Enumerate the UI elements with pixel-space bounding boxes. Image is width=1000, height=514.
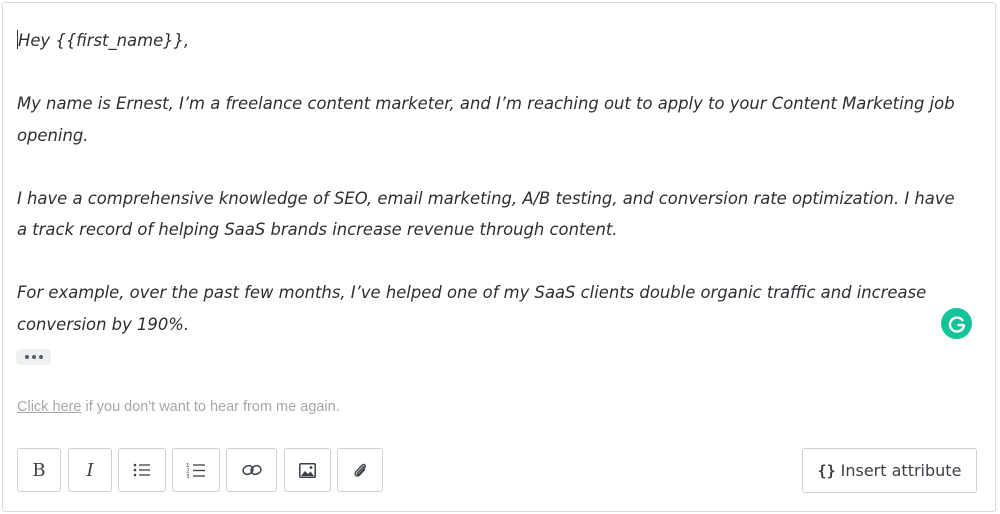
svg-text:3: 3 xyxy=(186,474,190,478)
dot xyxy=(24,355,29,359)
paragraph-intro: My name is Ernest, I’m a freelance conte… xyxy=(17,94,955,145)
link-button[interactable] xyxy=(226,448,277,492)
numbered-list-button[interactable]: 1 2 3 xyxy=(172,448,220,492)
insert-attribute-button[interactable]: {} Insert attribute xyxy=(802,448,977,493)
paragraph-example: For example, over the past few months, I… xyxy=(17,283,927,334)
unsubscribe-text: if you don't want to hear from me again. xyxy=(81,399,340,415)
dot xyxy=(31,355,36,359)
attachment-button[interactable] xyxy=(337,448,383,492)
greeting-text: Hey {{first_name}}, xyxy=(18,31,190,50)
link-icon xyxy=(241,464,262,476)
image-button[interactable] xyxy=(284,448,331,492)
dot xyxy=(38,355,43,359)
bold-icon: B xyxy=(32,459,46,481)
grammarly-icon[interactable] xyxy=(941,308,972,339)
braces-icon: {} xyxy=(817,461,836,480)
unsubscribe-link[interactable]: Click here xyxy=(17,399,81,415)
bold-button[interactable]: B xyxy=(17,448,61,492)
image-icon xyxy=(299,462,316,478)
bulleted-list-button[interactable] xyxy=(118,448,166,492)
paperclip-icon xyxy=(354,463,366,477)
greeting-line: Hey {{first_name}}, xyxy=(17,25,967,57)
unsubscribe-line: Click here if you don't want to hear fro… xyxy=(17,399,340,415)
email-body[interactable]: Hey {{first_name}}, My name is Ernest, I… xyxy=(17,25,967,372)
numbered-list-icon: 1 2 3 xyxy=(186,463,205,478)
grammarly-g-icon xyxy=(948,315,965,333)
italic-icon: I xyxy=(86,459,94,481)
insert-attribute-label: Insert attribute xyxy=(840,461,962,480)
italic-button[interactable]: I xyxy=(68,448,112,492)
paragraph-skills: I have a comprehensive knowledge of SEO,… xyxy=(17,188,955,240)
more-dots-icon[interactable] xyxy=(16,349,51,365)
bulleted-list-icon xyxy=(133,463,150,477)
